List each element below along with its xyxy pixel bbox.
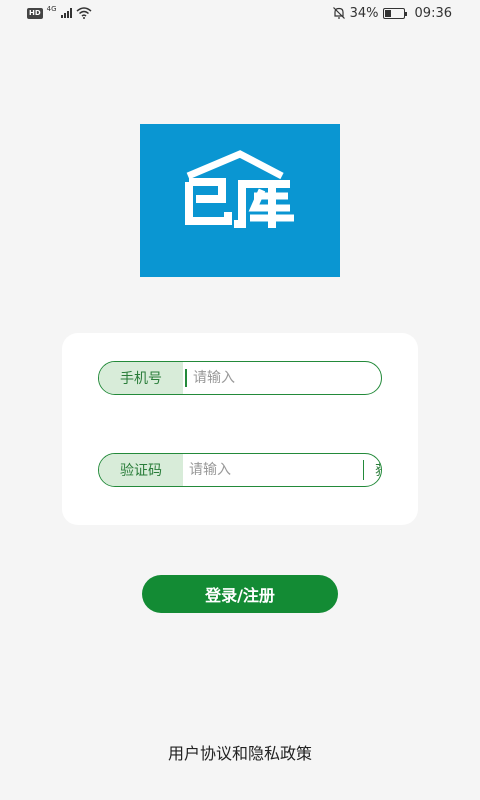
house-roof-icon [185,150,294,228]
phone-input[interactable] [187,362,381,394]
hd-badge: HD [27,7,43,19]
wifi-icon [76,7,92,19]
code-field: 验证码 获取验证码 [98,453,382,487]
phone-label: 手机号 [99,362,183,394]
battery-percent: 34% [349,5,379,21]
status-right: 34% 09:36 [332,6,452,21]
status-time: 09:36 [414,5,452,21]
login-register-button[interactable]: 登录/注册 [142,575,338,613]
signal-icon [60,8,72,18]
user-agreement-link[interactable]: 用户协议和隐私政策 [0,740,480,764]
get-code-button[interactable]: 获取验证码 [364,454,381,486]
code-input[interactable] [183,454,363,486]
phone-field: 手机号 [98,361,382,395]
battery-icon [382,7,407,19]
mute-bell-icon [332,7,345,19]
battery-fill [384,9,391,17]
status-left: HD 4G [27,5,92,19]
network-type: 4G [46,5,57,13]
status-bar: HD 4G 34% 09:36 [0,0,480,26]
code-label: 验证码 [99,454,183,486]
login-card: 手机号 验证码 获取验证码 [62,333,418,525]
app-logo [140,124,340,277]
